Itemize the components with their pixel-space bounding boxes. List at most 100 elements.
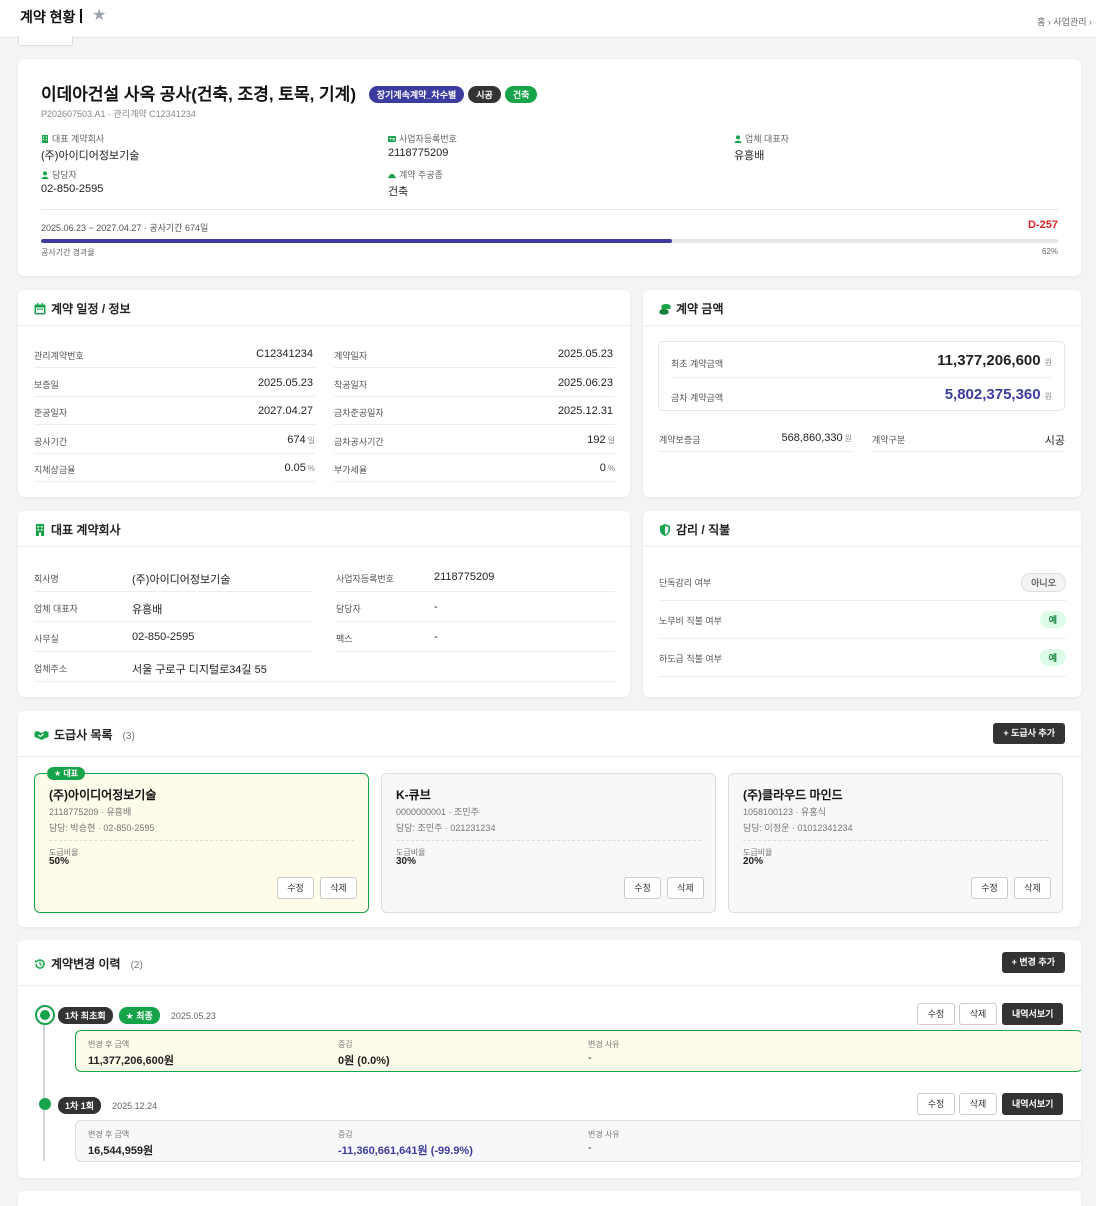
after-amount-value: 16,544,959원: [88, 1145, 154, 1157]
company-row: 팩스 -: [336, 622, 615, 652]
divider: [41, 209, 1058, 210]
company-row-value: 서울 구로구 디지털로34길 55: [132, 664, 267, 676]
audit-row-label: 노무비 직불 여부: [659, 616, 722, 626]
reason-value: -: [588, 1142, 592, 1154]
contract-type-badge: 장기계속계약_차수별: [368, 86, 465, 103]
after-amount-label: 변경 후 금액: [88, 1040, 130, 1049]
subcontractor-contact: 담당: 박승현 · 02-850-2595: [49, 823, 155, 833]
divider: [49, 840, 354, 841]
info-value: (주)아이디어정보기술: [41, 150, 140, 162]
schedule-row-label: 보증일: [34, 379, 59, 390]
edit-history-button[interactable]: 수정: [917, 1003, 955, 1025]
breadcrumb: 홈 › 사업관리 ›: [1037, 15, 1092, 28]
subcontractor-name: (주)아이디어정보기술: [49, 788, 157, 802]
delta-label: 증감: [338, 1130, 353, 1139]
reason-label: 변경 사유: [588, 1040, 620, 1049]
calendar-icon: [34, 303, 46, 315]
timeline-current-dot: [35, 1005, 55, 1025]
subcontractor-contact: 담당: 이정운 · 01012341234: [743, 823, 853, 833]
company-row-value: 2118775209: [434, 571, 495, 583]
add-change-button[interactable]: + 변경 추가: [1001, 952, 1065, 973]
amount-card: 계약 금액 최초 계약금액 11,377,206,600 원 금차 계약금액 5,…: [643, 290, 1081, 497]
view-statement-button[interactable]: 내역서보기: [1002, 1093, 1064, 1115]
audit-row: 하도급 직불 여부 예: [659, 639, 1066, 677]
schedule-row-unit: 일: [607, 435, 615, 445]
history-title: 계약변경 이력: [51, 957, 121, 971]
company-row-label: 업체주소: [34, 664, 68, 674]
subcontractor-name: K-큐브: [396, 788, 431, 802]
info-ceo: 업체 대표자 유흥배: [734, 132, 789, 163]
id-card-icon: [388, 136, 396, 142]
coins-icon: [659, 304, 671, 315]
reason-value: -: [588, 1052, 592, 1064]
view-statement-button[interactable]: 내역서보기: [1002, 1003, 1064, 1025]
ratio-value: 50%: [49, 856, 70, 867]
user-icon: [41, 171, 49, 179]
progress-label: 공사기간 경과율: [41, 248, 95, 257]
breadcrumb-home[interactable]: 홈: [1037, 17, 1045, 27]
subcontractor-item: K-큐브 0000000001 · 조민주 담당: 조민주 · 02123123…: [381, 773, 716, 913]
building-icon: [42, 135, 48, 143]
amount-box: 최초 계약금액 11,377,206,600 원 금차 계약금액 5,802,37…: [658, 341, 1065, 411]
tab-stub[interactable]: [18, 36, 73, 46]
schedule-row: 금차준공일자 2025.12.31: [334, 397, 615, 425]
history-date: 2025.05.23: [170, 1011, 216, 1021]
delete-subcontractor-button[interactable]: 삭제: [1014, 877, 1051, 899]
delete-subcontractor-button[interactable]: 삭제: [320, 877, 357, 899]
delete-history-button[interactable]: 삭제: [959, 1093, 997, 1115]
schedule-row-label: 금차준공일자: [334, 408, 384, 418]
page-title: 계약 현황: [20, 9, 76, 25]
work-type-badge: 건축: [504, 86, 538, 103]
info-value: 건축: [388, 186, 409, 198]
schedule-row: 지체상금율 0.05%: [34, 454, 315, 482]
breadcrumb-biz[interactable]: 사업관리: [1053, 17, 1086, 27]
edit-history-button[interactable]: 수정: [917, 1093, 955, 1115]
schedule-row-label: 금차공사기간: [334, 436, 384, 447]
company-row-label: 담당자: [336, 604, 361, 614]
delta-label: 증감: [338, 1040, 353, 1049]
history-detail-box: 변경 후 금액 11,377,206,600원 증감 0원 (0.0%) 변경 사유…: [75, 1030, 1081, 1072]
amount-header: 계약 금액: [643, 290, 1081, 326]
schedule-title: 계약 일정 / 정보: [51, 302, 131, 316]
edit-subcontractor-button[interactable]: 수정: [624, 877, 661, 899]
after-amount-value: 11,377,206,600원: [88, 1055, 174, 1067]
delete-subcontractor-button[interactable]: 삭제: [667, 877, 704, 899]
history-header: 계약변경 이력 (2) + 변경 추가: [18, 940, 1081, 986]
company-header: 대표 계약회사: [18, 511, 630, 547]
info-label: 업체 대표자: [745, 134, 789, 144]
schedule-card: 계약 일정 / 정보 관리계약번호 C12341234 계약일자 2025.05.…: [18, 290, 630, 497]
info-manager: 담당자 02-850-2595: [41, 168, 103, 195]
title-divider: [80, 9, 82, 23]
helmet-icon: [388, 174, 396, 179]
contract-title-text: 이데아건설 사옥 공사(건축, 조경, 토목, 기계): [41, 85, 356, 104]
subcontractor-info: 0000000001 · 조민주: [396, 807, 479, 817]
history-icon: [34, 959, 45, 969]
schedule-row-label: 계약일자: [334, 351, 368, 361]
company-card: 대표 계약회사 회사명 (주)아이디어정보기술 사업자등록번호 211877520…: [18, 511, 630, 697]
edit-subcontractor-button[interactable]: 수정: [277, 877, 314, 899]
schedule-row-value: 0: [599, 462, 606, 474]
reason-label: 변경 사유: [588, 1130, 620, 1139]
company-row-value: 유흥배: [132, 604, 163, 616]
company-row-label: 회사명: [34, 574, 59, 584]
edit-subcontractor-button[interactable]: 수정: [971, 877, 1008, 899]
company-row: 사업자등록번호 2118775209: [336, 562, 615, 592]
company-row-value: -: [434, 601, 438, 613]
initial-amount: 11,377,206,600 원: [937, 352, 1052, 369]
audit-header: 감리 / 직불: [643, 511, 1081, 547]
delete-history-button[interactable]: 삭제: [959, 1003, 997, 1025]
subcontractor-card: 도급사 목록 (3) + 도급사 추가 ★ 대표 (주)아이디어정보기술 21187…: [18, 711, 1081, 927]
schedule-row-value: 674: [287, 433, 306, 446]
favorite-star-icon[interactable]: ★: [92, 5, 106, 25]
schedule-row-label: 부가세율: [334, 465, 368, 475]
history-entry-header: 1차 최초회 ★ 최종 2025.05.23: [58, 1007, 216, 1024]
contract-type-label: 계약구분: [872, 435, 906, 445]
top-bar: 계약 현황 ★ 홈 › 사업관리 ›: [0, 0, 1096, 38]
add-subcontractor-button[interactable]: + 도급사 추가: [993, 723, 1065, 744]
audit-status-badge: 아니오: [1021, 573, 1066, 592]
subcontractor-contact: 담당: 조민주 · 021231234: [396, 823, 496, 833]
delta-value: -11,360,661,641원 (-99.9%): [338, 1145, 473, 1157]
schedule-row-label: 공사기간: [34, 436, 68, 447]
unit-label: 원: [844, 434, 852, 443]
deposit-label: 계약보증금: [659, 435, 701, 445]
